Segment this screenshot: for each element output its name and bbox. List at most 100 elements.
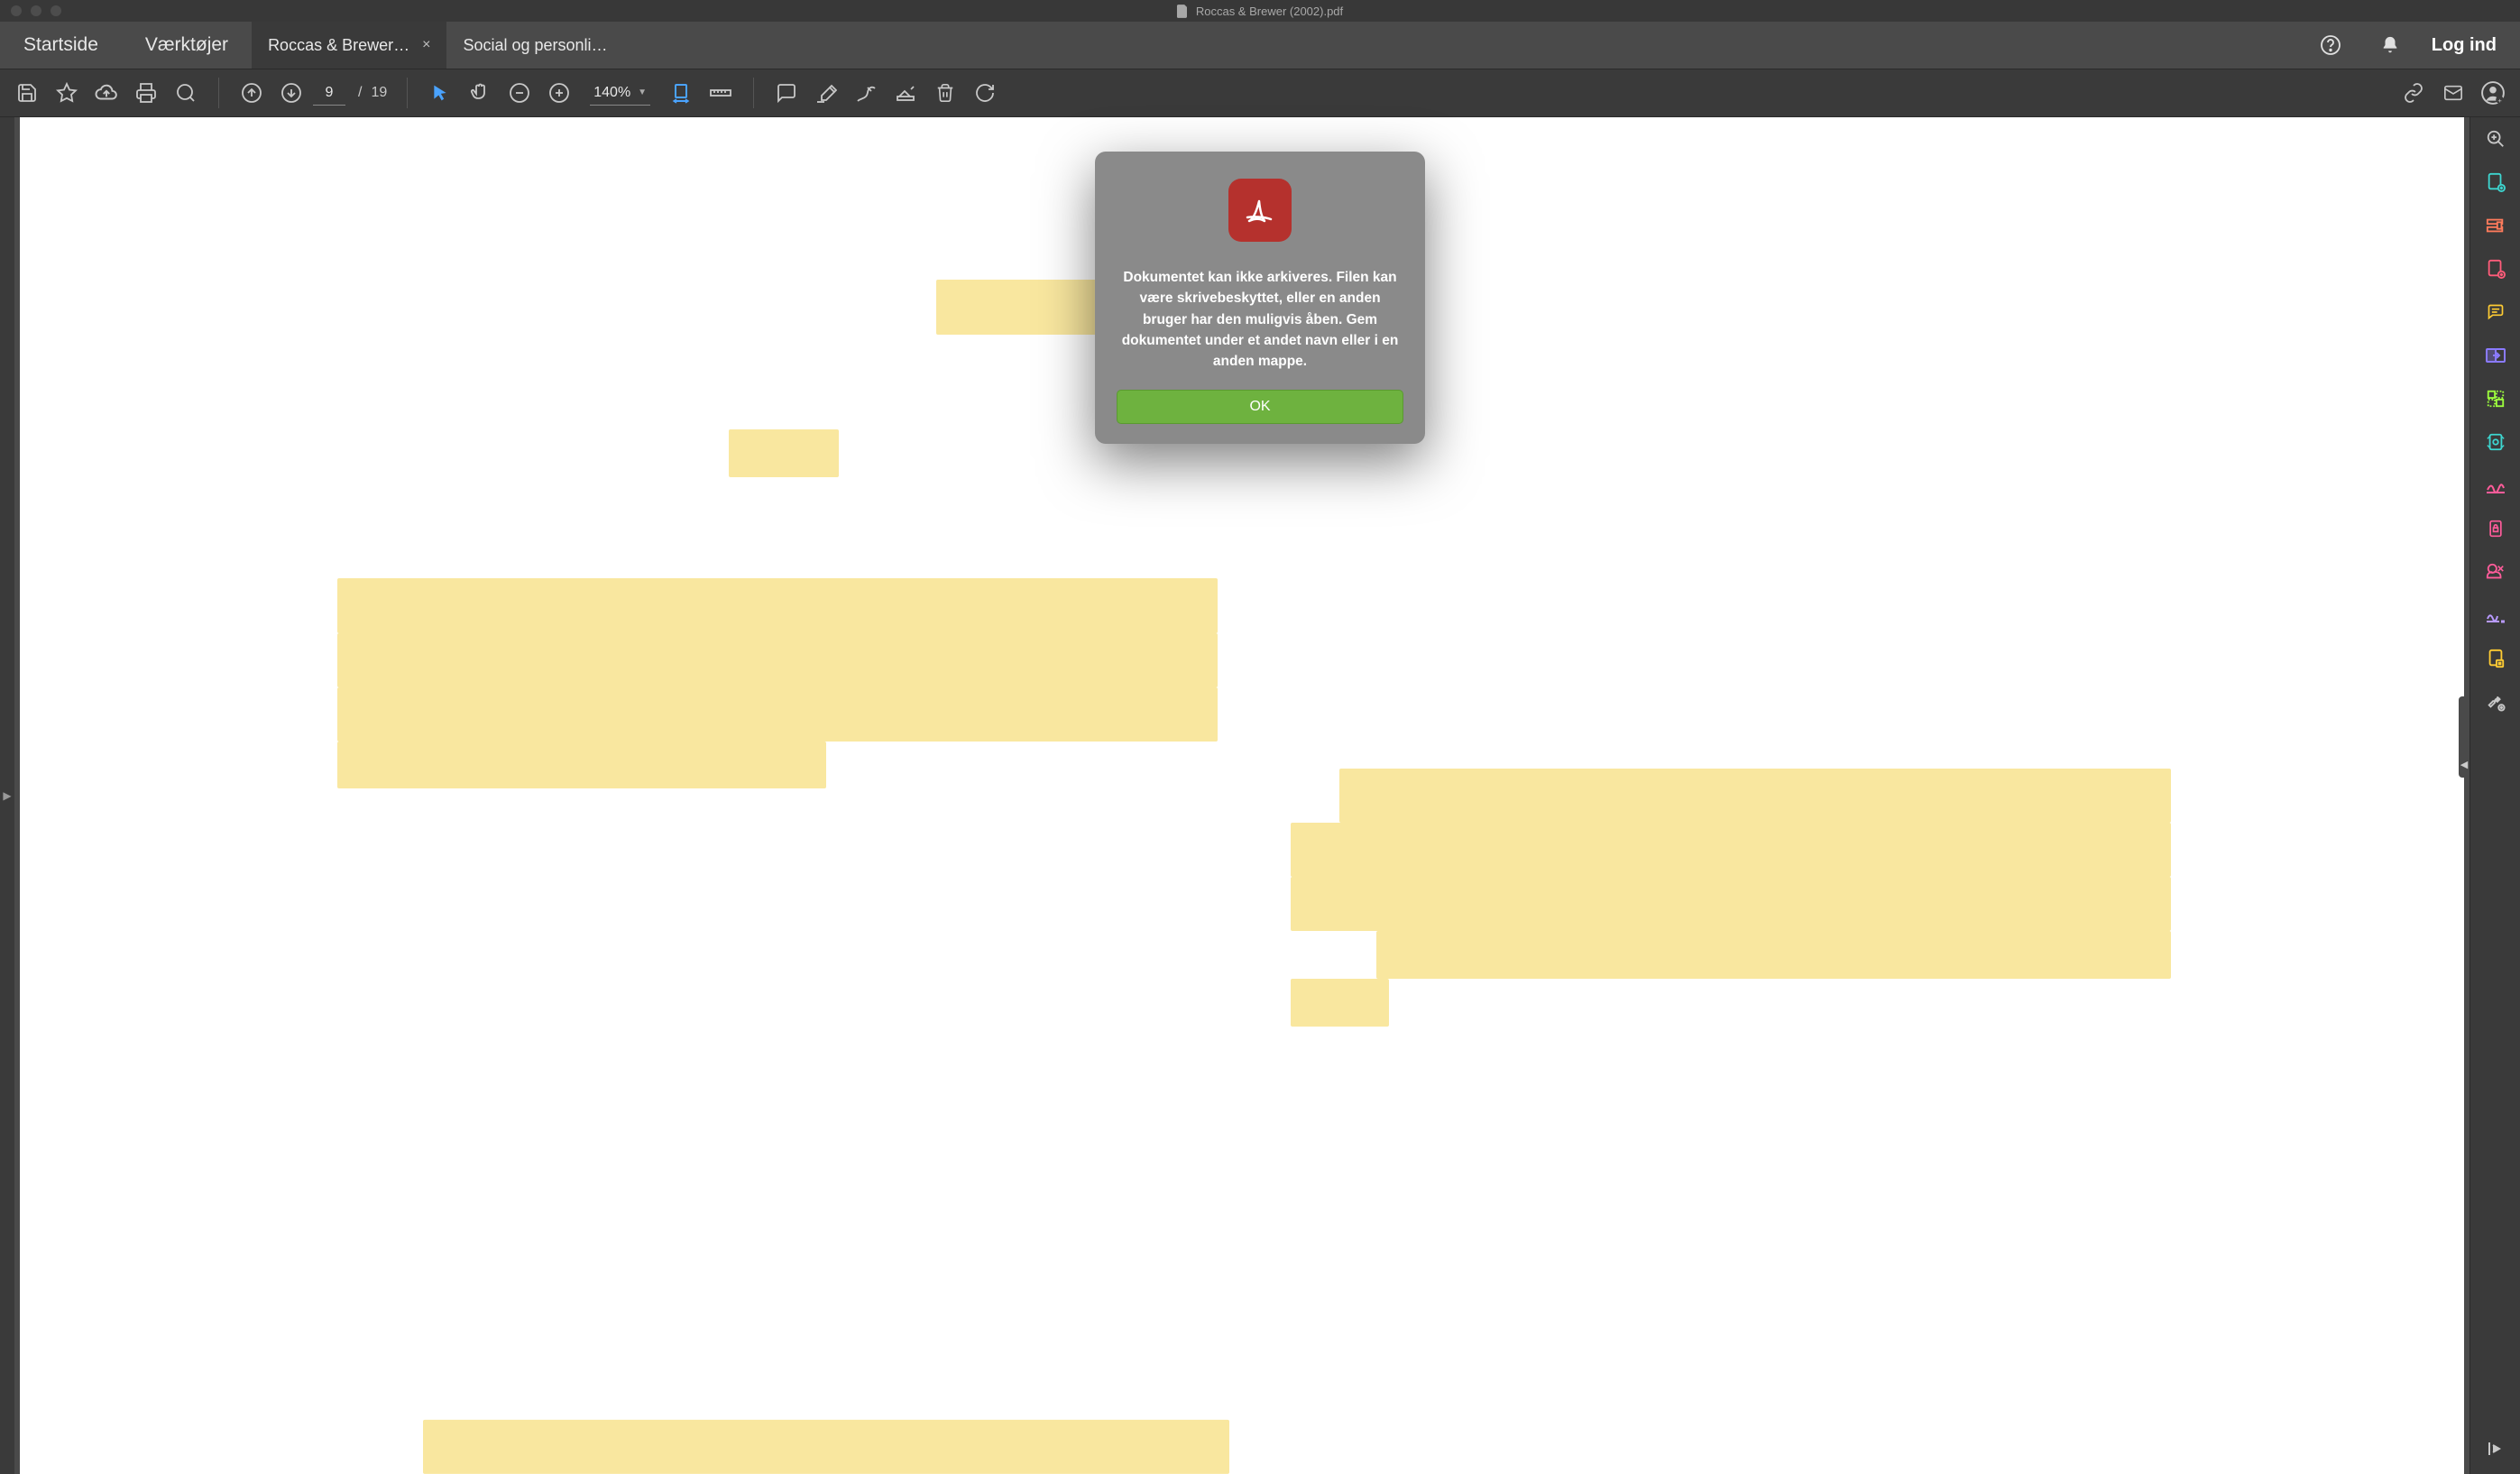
window-title-text: Roccas & Brewer (2002).pdf <box>1196 5 1343 18</box>
document-tabs: Roccas & Brewer… × Social og personli… <box>252 22 2313 69</box>
highlight-mark[interactable] <box>423 1420 1229 1474</box>
highlight-mark[interactable] <box>337 742 826 789</box>
highlight-mark[interactable] <box>1291 979 1388 1027</box>
right-panel-collapse-handle[interactable]: ◀ <box>2459 696 2469 778</box>
save-button[interactable] <box>9 75 45 111</box>
highlight-icon <box>815 82 837 104</box>
ruler-button[interactable] <box>703 75 739 111</box>
organize-icon <box>2486 389 2506 409</box>
left-panel-toggle[interactable]: ▶ <box>0 117 14 1474</box>
highlight-mark[interactable] <box>337 633 1218 687</box>
sidebar-combine-button[interactable] <box>2483 213 2508 238</box>
menubar: Startside Værktøjer Roccas & Brewer… × S… <box>0 22 2520 69</box>
search-button[interactable] <box>168 75 204 111</box>
dialog-ok-button[interactable]: OK <box>1117 390 1403 424</box>
mail-icon <box>2442 83 2465 103</box>
sidebar-export-button[interactable] <box>2483 343 2508 368</box>
close-window-button[interactable] <box>11 5 22 16</box>
sidebar-comment-button[interactable] <box>2483 299 2508 325</box>
rotate-icon <box>974 82 996 104</box>
comment-tool-icon <box>2486 303 2506 321</box>
delete-button[interactable] <box>927 75 963 111</box>
hand-tool-button[interactable] <box>462 75 498 111</box>
create-pdf-icon <box>2486 172 2506 192</box>
page-number-input[interactable] <box>313 80 345 106</box>
traffic-lights <box>11 5 61 16</box>
toolbar-separator <box>407 78 408 108</box>
highlight-mark[interactable] <box>337 687 1218 742</box>
sidebar-organize-button[interactable] <box>2483 386 2508 411</box>
sidebar-more-tools-button[interactable] <box>2483 689 2508 714</box>
minimize-window-button[interactable] <box>31 5 41 16</box>
tab-document-2[interactable]: Social og personli… <box>446 22 623 69</box>
zoom-out-button[interactable] <box>501 75 538 111</box>
page-up-button[interactable] <box>234 75 270 111</box>
arrow-down-circle-icon <box>281 82 302 104</box>
sidebar-create-pdf-button[interactable] <box>2483 170 2508 195</box>
profile-button[interactable]: + <box>2475 75 2511 111</box>
sidebar-search-button[interactable] <box>2483 126 2508 152</box>
sidebar-compare-button[interactable] <box>2483 646 2508 671</box>
highlight-mark[interactable] <box>337 578 1218 632</box>
notifications-button[interactable] <box>2372 27 2408 63</box>
pointer-icon <box>431 82 449 104</box>
sidebar-edit-pdf-button[interactable] <box>2483 256 2508 281</box>
adobe-acrobat-icon <box>1228 179 1292 242</box>
redact-icon <box>2486 562 2506 582</box>
select-tool-button[interactable] <box>422 75 458 111</box>
cloud-upload-button[interactable] <box>88 75 124 111</box>
highlight-button[interactable] <box>808 75 844 111</box>
sidebar-scan-button[interactable] <box>2483 429 2508 455</box>
highlight-mark[interactable] <box>729 429 839 477</box>
sidebar-protect-button[interactable] <box>2483 516 2508 541</box>
sidebar-fill-sign-button[interactable] <box>2483 603 2508 628</box>
profile-icon: + <box>2481 81 2505 105</box>
zoom-level-dropdown[interactable]: 140% ▼ <box>590 81 650 106</box>
page-total: 19 <box>371 85 387 101</box>
sign-icon <box>2485 476 2506 494</box>
zoom-in-button[interactable] <box>541 75 577 111</box>
draw-button[interactable] <box>848 75 884 111</box>
highlight-mark[interactable] <box>936 280 1119 334</box>
save-icon <box>16 82 38 104</box>
hand-icon <box>469 82 491 104</box>
menu-tools[interactable]: Værktøjer <box>122 22 252 69</box>
toolbar-separator <box>753 78 754 108</box>
rotate-button[interactable] <box>967 75 1003 111</box>
tab-label: Social og personli… <box>463 36 607 55</box>
highlight-mark[interactable] <box>1291 877 2171 931</box>
zoom-in-icon <box>548 82 570 104</box>
link-button[interactable] <box>2396 75 2432 111</box>
chevron-left-icon: ◀ <box>2460 759 2468 770</box>
sidebar-expand-button[interactable] <box>2483 1436 2508 1461</box>
sidebar-redact-button[interactable] <box>2483 559 2508 585</box>
tab-label: Roccas & Brewer… <box>268 36 409 55</box>
dialog-message: Dokumentet kan ikke arkiveres. Filen kan… <box>1117 267 1403 372</box>
page-down-button[interactable] <box>273 75 309 111</box>
ruler-icon <box>710 84 731 102</box>
highlight-mark[interactable] <box>1291 823 2171 877</box>
help-button[interactable] <box>2313 27 2349 63</box>
tab-close-button[interactable]: × <box>422 37 430 53</box>
highlight-mark[interactable] <box>1376 931 2171 979</box>
draw-icon <box>855 82 877 104</box>
tab-document-1[interactable]: Roccas & Brewer… × <box>252 22 446 69</box>
login-link[interactable]: Log ind <box>2432 35 2497 56</box>
cloud-upload-icon <box>95 81 118 105</box>
stamp-button[interactable] <box>888 75 924 111</box>
print-button[interactable] <box>128 75 164 111</box>
svg-text:+: + <box>2497 97 2502 105</box>
toolbar-separator <box>218 78 219 108</box>
print-icon <box>135 82 157 104</box>
main-toolbar: / 19 140% ▼ + <box>0 69 2520 117</box>
mail-button[interactable] <box>2435 75 2471 111</box>
search-plus-icon <box>2486 129 2506 149</box>
menu-home[interactable]: Startside <box>0 22 122 69</box>
fit-width-button[interactable] <box>663 75 699 111</box>
highlight-mark[interactable] <box>1339 769 2170 823</box>
comment-button[interactable] <box>768 75 805 111</box>
star-button[interactable] <box>49 75 85 111</box>
right-tools-sidebar <box>2469 117 2520 1474</box>
sidebar-sign-button[interactable] <box>2483 473 2508 498</box>
maximize-window-button[interactable] <box>51 5 61 16</box>
